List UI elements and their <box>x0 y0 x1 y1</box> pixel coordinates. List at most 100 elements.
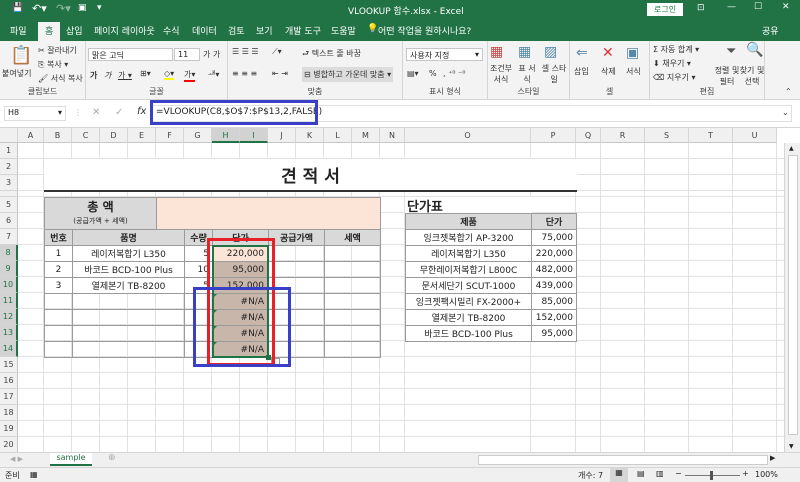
empty-table-cell[interactable] <box>324 293 381 310</box>
empty-table-cell[interactable] <box>324 277 381 294</box>
select-all-corner[interactable] <box>0 128 18 143</box>
zoom-level[interactable]: 100% <box>755 470 778 479</box>
table-header-cell[interactable]: 세액 <box>324 229 381 246</box>
total-amount-cell[interactable] <box>156 197 381 230</box>
sort-filter-icon[interactable]: ⏷ <box>726 44 736 59</box>
ribbon-display-icon[interactable]: ⊡ <box>697 3 705 13</box>
font-size-select[interactable]: 11 <box>174 48 200 61</box>
fill-button[interactable]: ⬇ 채우기 ▾ <box>653 58 691 69</box>
comma-icon[interactable]: , ⁺⁰ ⁻⁰ <box>443 69 466 78</box>
tab-page-layout[interactable]: 페이지 레이아웃 <box>94 24 155 37</box>
add-sheet-icon[interactable]: ⊕ <box>108 453 116 463</box>
border-icon[interactable]: ⊞▾ <box>140 69 151 78</box>
empty-table-cell[interactable] <box>184 293 213 310</box>
vertical-scrollbar[interactable]: ▲ ▼ <box>784 143 800 452</box>
column-header-S[interactable]: S <box>645 128 689 143</box>
row-header-3[interactable]: 3 <box>0 175 18 191</box>
cell-C10-F10[interactable]: 열제본기 TB-8200 <box>72 277 185 294</box>
empty-table-cell[interactable] <box>72 309 185 326</box>
cell-B9[interactable]: 2 <box>44 261 73 278</box>
empty-table-cell[interactable] <box>72 325 185 342</box>
delete-cells-icon[interactable]: ✕ <box>602 45 614 61</box>
quick-analysis-icon[interactable] <box>271 358 280 365</box>
cut-button[interactable]: ✂ 잘라내기 <box>38 45 77 56</box>
close-button[interactable]: ✕ <box>782 2 790 12</box>
cell-C9-F9[interactable]: 바코드 BCD-100 Plus <box>72 261 185 278</box>
error-indicator-icon[interactable] <box>213 310 217 314</box>
conditional-format-button[interactable]: 조건부 서식 <box>488 63 514 85</box>
table-header-cell[interactable]: 단가 <box>212 229 269 246</box>
cell-B10[interactable]: 3 <box>44 277 73 294</box>
cell-styles-icon[interactable]: ▨ <box>544 44 557 60</box>
cancel-icon[interactable]: ✕ <box>92 107 100 118</box>
customize-toolbar-icon[interactable]: ▾ <box>97 3 102 13</box>
cell-P13[interactable]: 95,000 <box>531 325 577 342</box>
row-header-10[interactable]: 10 <box>0 277 18 293</box>
paste-icon[interactable]: 📋 <box>10 45 32 66</box>
row-header-18[interactable]: 18 <box>0 405 18 421</box>
column-header-B[interactable]: B <box>44 128 72 143</box>
scroll-down-icon[interactable]: ▼ <box>789 443 794 450</box>
total-label[interactable]: 총 액 <box>44 197 157 214</box>
normal-view-icon[interactable]: ▦ <box>610 468 628 482</box>
row-header-2[interactable]: 2 <box>0 159 18 175</box>
empty-table-cell[interactable] <box>268 277 325 294</box>
zoom-in-button[interactable]: + <box>742 469 749 478</box>
empty-table-cell[interactable] <box>44 341 73 358</box>
save-icon[interactable]: 💾 <box>12 3 23 13</box>
page-break-view-icon[interactable]: ▥ <box>656 469 664 478</box>
autosum-button[interactable]: Σ 자동 합계 ▾ <box>653 44 699 55</box>
cell-G9[interactable]: 10 <box>184 261 213 278</box>
collapse-ribbon-icon[interactable]: ⌃ <box>785 87 792 96</box>
column-header-R[interactable]: R <box>601 128 645 143</box>
column-header-D[interactable]: D <box>100 128 128 143</box>
error-indicator-icon[interactable] <box>213 294 217 298</box>
cell-O10[interactable]: 문서세단기 SCUT-1000 <box>405 277 532 294</box>
macro-record-icon[interactable]: ▦ <box>30 470 38 479</box>
tell-me-input[interactable]: 어떤 작업을 원하시나요? <box>378 24 471 37</box>
percent-button[interactable]: % <box>429 69 437 78</box>
error-indicator-icon[interactable] <box>213 342 217 346</box>
row-header-20[interactable]: 20 <box>0 437 18 452</box>
column-header-F[interactable]: F <box>156 128 184 143</box>
vertical-scroll-thumb[interactable] <box>788 155 798 435</box>
cell-P8[interactable]: 220,000 <box>531 245 577 262</box>
column-header-T[interactable]: T <box>689 128 733 143</box>
tab-home[interactable]: 홈 <box>38 22 61 41</box>
font-color-icon[interactable]: 가▾ <box>184 69 196 82</box>
cell-P12[interactable]: 152,000 <box>531 309 577 326</box>
format-table-icon[interactable]: ▦ <box>518 44 531 60</box>
new-file-icon[interactable]: ▣ <box>78 3 87 13</box>
number-format-select[interactable]: 사용자 지정 ▾ <box>406 48 483 61</box>
phonetic-icon[interactable]: ᅫ▾ <box>208 69 219 80</box>
tab-view[interactable]: 보기 <box>256 24 273 37</box>
column-header-K[interactable]: K <box>296 128 324 143</box>
row-header-15[interactable]: 15 <box>0 357 18 373</box>
column-header-L[interactable]: L <box>324 128 352 143</box>
cell-O13[interactable]: 바코드 BCD-100 Plus <box>405 325 532 342</box>
empty-table-cell[interactable] <box>184 325 213 342</box>
cell-styles-button[interactable]: 셀 스타일 <box>540 63 568 85</box>
zoom-out-button[interactable]: − <box>675 469 682 478</box>
clear-button[interactable]: ⌫ 지우기 ▾ <box>653 72 696 83</box>
cell-G10[interactable]: 5 <box>184 277 213 294</box>
column-header-J[interactable]: J <box>268 128 296 143</box>
align-left-icon[interactable]: ≡ ≡ ≡ <box>232 69 257 78</box>
row-header-8[interactable]: 8 <box>0 245 18 261</box>
row-header-5[interactable]: 5 <box>0 197 18 213</box>
insert-function-icon[interactable]: fx <box>137 106 146 117</box>
conditional-format-icon[interactable]: ▦ <box>490 44 503 60</box>
tab-data[interactable]: 데이터 <box>192 24 217 37</box>
empty-table-cell[interactable] <box>72 293 185 310</box>
row-header-11[interactable]: 11 <box>0 293 18 309</box>
row-header-14[interactable]: 14 <box>0 341 18 357</box>
table-header-cell[interactable]: 단가 <box>531 213 577 230</box>
empty-table-cell[interactable] <box>324 309 381 326</box>
column-header-M[interactable]: M <box>352 128 380 143</box>
maximize-button[interactable]: ☐ <box>754 2 762 12</box>
merge-center-button[interactable]: ⊟ 병합하고 가운데 맞춤 ▾ <box>302 67 394 82</box>
cell-P7[interactable]: 75,000 <box>531 229 577 246</box>
scroll-up-icon[interactable]: ▲ <box>789 145 794 152</box>
format-cells-button[interactable]: 서식 <box>626 66 641 77</box>
column-header-N[interactable]: N <box>380 128 405 143</box>
